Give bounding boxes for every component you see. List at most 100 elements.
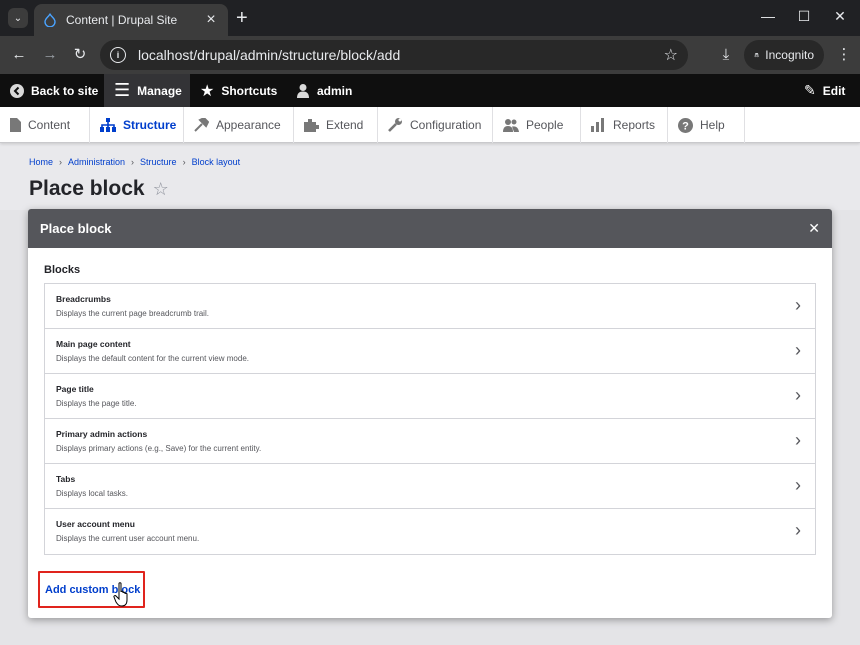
block-description: Displays local tasks. <box>56 489 129 498</box>
dialog-title: Place block <box>40 221 112 236</box>
bookmark-star-icon[interactable]: ☆ <box>664 45 678 65</box>
configuration-icon <box>388 118 402 132</box>
page-title: Place block ☆ <box>29 177 169 201</box>
back-to-site-label: Back to site <box>31 83 99 98</box>
block-name: Tabs <box>56 474 76 484</box>
close-tab-icon[interactable]: × <box>202 11 220 29</box>
star-icon: ★ <box>200 82 215 100</box>
tray-item-appearance[interactable]: Appearance <box>184 107 294 143</box>
address-bar[interactable]: i localhost/drupal/admin/structure/block… <box>100 40 688 70</box>
tray-item-configuration[interactable]: Configuration <box>378 107 493 143</box>
minimize-icon[interactable]: — <box>758 8 778 24</box>
structure-icon <box>100 118 116 132</box>
block-name: Breadcrumbs <box>56 294 111 304</box>
block-list: Breadcrumbs Displays the current page br… <box>44 283 816 555</box>
shortcuts-label: Shortcuts <box>221 83 278 98</box>
shortcuts-tab[interactable]: ★ Shortcuts <box>190 74 287 107</box>
chevron-right-icon: › <box>795 295 801 315</box>
tab-search-chevron-icon[interactable]: ⌄ <box>8 8 28 28</box>
tray-label-configuration: Configuration <box>410 118 482 132</box>
more-menu-icon[interactable]: ⋮ <box>834 45 854 65</box>
close-window-icon[interactable]: ✕ <box>830 8 850 25</box>
block-row-breadcrumbs[interactable]: Breadcrumbs Displays the current page br… <box>45 284 815 329</box>
url-text[interactable]: localhost/drupal/admin/structure/block/a… <box>138 47 664 63</box>
tray-item-help[interactable]: ? Help <box>668 107 745 143</box>
drupal-favicon <box>42 12 58 28</box>
breadcrumb-block-layout[interactable]: Block layout <box>192 157 241 167</box>
download-icon[interactable]: ⤓ <box>716 45 736 65</box>
block-name: Page title <box>56 384 94 394</box>
chevron-right-icon: › <box>795 475 801 495</box>
chevron-right-icon: › <box>795 430 801 450</box>
drupal-admin-toolbar: Back to site ☰ Manage ★ Shortcuts admin … <box>0 74 860 107</box>
blocks-section-label: Blocks <box>44 264 81 276</box>
block-row-page-title[interactable]: Page title Displays the page title. › <box>45 374 815 419</box>
tray-label-help: Help <box>700 118 725 132</box>
help-icon: ? <box>678 117 693 133</box>
maximize-icon[interactable]: ☐ <box>794 8 814 25</box>
back-arrow-icon <box>10 83 24 98</box>
tray-label-people: People <box>526 118 564 132</box>
chevron-right-icon: › <box>795 520 801 540</box>
block-row-primary-admin-actions[interactable]: Primary admin actions Displays primary a… <box>45 419 815 464</box>
breadcrumb-home[interactable]: Home <box>29 157 53 167</box>
incognito-label: Incognito <box>765 48 814 62</box>
tray-label-appearance: Appearance <box>216 118 281 132</box>
breadcrumb-administration[interactable]: Administration <box>68 157 125 167</box>
tab-title: Content | Drupal Site <box>66 13 178 27</box>
incognito-badge[interactable]: Incognito <box>744 40 824 70</box>
block-name: User account menu <box>56 519 135 529</box>
browser-tab[interactable]: Content | Drupal Site × <box>34 4 228 36</box>
new-tab-plus-icon[interactable]: + <box>236 8 248 28</box>
hamburger-icon: ☰ <box>114 80 131 100</box>
tray-item-content[interactable]: Content <box>0 107 90 143</box>
content-icon <box>10 118 21 132</box>
tray-item-extend[interactable]: Extend <box>294 107 378 143</box>
block-row-tabs[interactable]: Tabs Displays local tasks. › <box>45 464 815 509</box>
people-icon <box>503 119 519 132</box>
user-icon <box>297 84 309 98</box>
block-description: Displays primary actions (e.g., Save) fo… <box>56 444 262 453</box>
forward-icon[interactable]: → <box>40 45 60 65</box>
tray-item-structure[interactable]: Structure <box>90 107 184 143</box>
extend-icon <box>304 119 319 132</box>
shortcut-star-icon[interactable]: ☆ <box>153 179 169 200</box>
browser-nav-bar: ← → ↻ i localhost/drupal/admin/structure… <box>0 36 860 74</box>
incognito-icon <box>754 53 759 58</box>
dialog-close-icon[interactable]: ✕ <box>808 220 820 237</box>
block-description: Displays the current user account menu. <box>56 534 200 543</box>
appearance-icon <box>194 118 209 132</box>
block-description: Displays the current page breadcrumb tra… <box>56 309 209 318</box>
tray-item-reports[interactable]: Reports <box>581 107 668 143</box>
site-info-icon[interactable]: i <box>110 47 126 63</box>
manage-label: Manage <box>137 83 182 98</box>
hand-pointer-cursor-icon <box>113 582 128 607</box>
tray-label-reports: Reports <box>613 118 656 132</box>
chevron-right-icon: › <box>795 340 801 360</box>
breadcrumb: Home › Administration › Structure › Bloc… <box>29 157 240 167</box>
dialog-header: Place block ✕ <box>28 209 832 248</box>
block-name: Main page content <box>56 339 131 349</box>
block-description: Displays the default content for the cur… <box>56 354 249 363</box>
tray-label-structure: Structure <box>123 118 177 132</box>
browser-tab-bar: ⌄ Content | Drupal Site × + — ☐ ✕ <box>0 0 860 36</box>
reload-icon[interactable]: ↻ <box>70 45 90 65</box>
block-name: Primary admin actions <box>56 429 148 439</box>
pencil-icon: ✎ <box>804 82 816 98</box>
user-tab[interactable]: admin <box>286 74 362 107</box>
block-row-main-page-content[interactable]: Main page content Displays the default c… <box>45 329 815 374</box>
reports-icon <box>591 118 604 132</box>
tray-item-people[interactable]: People <box>493 107 581 143</box>
back-icon[interactable]: ← <box>9 45 29 65</box>
svg-text:?: ? <box>682 120 689 132</box>
user-label: admin <box>317 83 353 98</box>
breadcrumb-structure[interactable]: Structure <box>140 157 177 167</box>
chevron-right-icon: › <box>795 385 801 405</box>
place-block-dialog: Place block ✕ Blocks Breadcrumbs Display… <box>28 209 832 618</box>
edit-toggle[interactable]: ✎ Edit <box>794 74 855 107</box>
tray-label-content: Content <box>28 118 71 132</box>
back-to-site-link[interactable]: Back to site <box>0 74 108 107</box>
block-row-user-account-menu[interactable]: User account menu Displays the current u… <box>45 509 815 554</box>
edit-label: Edit <box>822 83 846 98</box>
manage-tab[interactable]: ☰ Manage <box>104 74 190 107</box>
